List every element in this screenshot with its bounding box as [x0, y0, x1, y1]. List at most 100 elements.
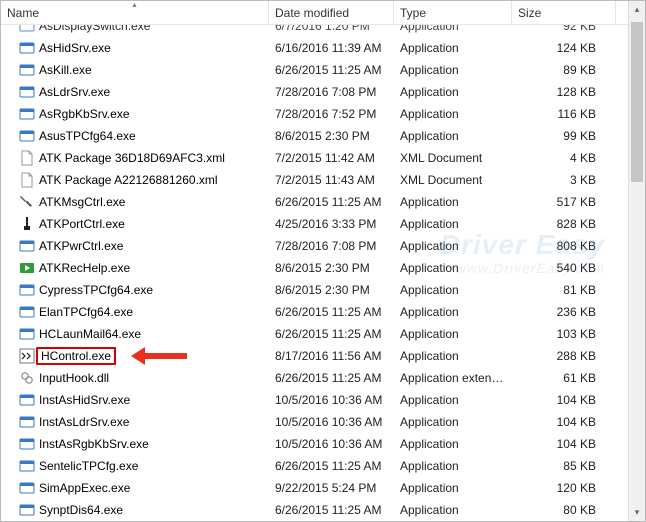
- file-row[interactable]: ATK Package A22126881260.xml7/2/2015 11:…: [1, 169, 645, 191]
- file-name-label: AsHidSrv.exe: [39, 41, 111, 55]
- file-row[interactable]: AsHidSrv.exe6/16/2016 11:39 AMApplicatio…: [1, 37, 645, 59]
- file-date-cell: 6/26/2015 11:25 AM: [269, 195, 394, 209]
- file-type-cell: Application: [394, 481, 512, 495]
- scroll-thumb[interactable]: [631, 22, 643, 182]
- file-name-label: InstAsHidSrv.exe: [39, 393, 130, 407]
- file-type-cell: Application: [394, 459, 512, 473]
- file-name-cell[interactable]: AsusTPCfg64.exe: [1, 128, 269, 144]
- file-name-cell[interactable]: HCLaunMail64.exe: [1, 326, 269, 342]
- file-row[interactable]: SimAppExec.exe9/22/2015 5:24 PMApplicati…: [1, 477, 645, 499]
- file-date-cell: 8/6/2015 2:30 PM: [269, 261, 394, 275]
- file-date-cell: 10/5/2016 10:36 AM: [269, 393, 394, 407]
- file-type-cell: Application extens...: [394, 371, 512, 385]
- file-name-cell[interactable]: ATK Package A22126881260.xml: [1, 172, 269, 188]
- file-row[interactable]: SentelicTPCfg.exe6/26/2015 11:25 AMAppli…: [1, 455, 645, 477]
- file-row[interactable]: ATKRecHelp.exe8/6/2015 2:30 PMApplicatio…: [1, 257, 645, 279]
- file-row[interactable]: HControl.exe8/17/2016 11:56 AMApplicatio…: [1, 345, 645, 367]
- file-name-cell[interactable]: AsLdrSrv.exe: [1, 84, 269, 100]
- vertical-scrollbar[interactable]: ▴ ▾: [628, 1, 645, 521]
- file-name-cell[interactable]: ATK Package 36D18D69AFC3.xml: [1, 150, 269, 166]
- exe-icon: [19, 25, 35, 34]
- file-name-cell[interactable]: AsKill.exe: [1, 62, 269, 78]
- exe-icon: [19, 326, 35, 342]
- rec-icon: [19, 260, 35, 276]
- file-name-label: ATKPwrCtrl.exe: [39, 239, 123, 253]
- file-name-cell[interactable]: ATKRecHelp.exe: [1, 260, 269, 276]
- file-type-cell: Application: [394, 85, 512, 99]
- scroll-up-icon[interactable]: ▴: [629, 1, 645, 18]
- file-row[interactable]: InputHook.dll6/26/2015 11:25 AMApplicati…: [1, 367, 645, 389]
- file-row[interactable]: InstAsRgbKbSrv.exe10/5/2016 10:36 AMAppl…: [1, 433, 645, 455]
- exe-icon: [19, 436, 35, 452]
- file-row[interactable]: CypressTPCfg64.exe8/6/2015 2:30 PMApplic…: [1, 279, 645, 301]
- file-name-label: AsLdrSrv.exe: [39, 85, 110, 99]
- file-date-cell: 6/26/2015 11:25 AM: [269, 371, 394, 385]
- dll-icon: [19, 370, 35, 386]
- exe-icon: [19, 480, 35, 496]
- file-size-cell: 116 KB: [512, 107, 616, 121]
- column-header-size[interactable]: Size: [512, 1, 616, 24]
- file-name-label: SentelicTPCfg.exe: [39, 459, 138, 473]
- file-name-cell[interactable]: SentelicTPCfg.exe: [1, 458, 269, 474]
- file-row[interactable]: ATKPortCtrl.exe4/25/2016 3:33 PMApplicat…: [1, 213, 645, 235]
- scroll-track[interactable]: [629, 18, 645, 504]
- file-row[interactable]: HCLaunMail64.exe6/26/2015 11:25 AMApplic…: [1, 323, 645, 345]
- file-row[interactable]: AsRgbKbSrv.exe7/28/2016 7:52 PMApplicati…: [1, 103, 645, 125]
- file-type-cell: Application: [394, 107, 512, 121]
- exe-icon: [19, 282, 35, 298]
- file-name-label: ATK Package 36D18D69AFC3.xml: [39, 151, 225, 165]
- file-name-cell[interactable]: SynptDis64.exe: [1, 502, 269, 518]
- scroll-down-icon[interactable]: ▾: [629, 504, 645, 521]
- file-name-cell[interactable]: InstAsLdrSrv.exe: [1, 414, 269, 430]
- file-row[interactable]: AsLdrSrv.exe7/28/2016 7:08 PMApplication…: [1, 81, 645, 103]
- file-name-cell[interactable]: InstAsRgbKbSrv.exe: [1, 436, 269, 452]
- file-row[interactable]: AsusTPCfg64.exe8/6/2015 2:30 PMApplicati…: [1, 125, 645, 147]
- file-name-cell[interactable]: ATKPortCtrl.exe: [1, 216, 269, 232]
- file-size-cell: 85 KB: [512, 459, 616, 473]
- file-row[interactable]: ATKMsgCtrl.exe6/26/2015 11:25 AMApplicat…: [1, 191, 645, 213]
- file-name-label: SynptDis64.exe: [39, 503, 123, 517]
- file-name-cell[interactable]: AsRgbKbSrv.exe: [1, 106, 269, 122]
- file-name-cell[interactable]: InputHook.dll: [1, 370, 269, 386]
- file-name-cell[interactable]: ATKPwrCtrl.exe: [1, 238, 269, 254]
- file-name-cell[interactable]: ElanTPCfg64.exe: [1, 304, 269, 320]
- file-name-cell[interactable]: CypressTPCfg64.exe: [1, 282, 269, 298]
- file-date-cell: 6/26/2015 11:25 AM: [269, 305, 394, 319]
- file-date-cell: 8/17/2016 11:56 AM: [269, 349, 394, 363]
- file-row[interactable]: ATKPwrCtrl.exe7/28/2016 7:08 PMApplicati…: [1, 235, 645, 257]
- file-date-cell: 6/26/2015 11:25 AM: [269, 503, 394, 517]
- column-header-date[interactable]: Date modified: [269, 1, 394, 24]
- file-name-cell[interactable]: ATKMsgCtrl.exe: [1, 194, 269, 210]
- file-row[interactable]: InstAsHidSrv.exe 10/5/2016 10:36 AMApplic…: [1, 389, 645, 411]
- file-size-cell: 104 KB: [512, 437, 616, 451]
- file-row[interactable]: SynptDis64.exe 6/26/2015 11:25 AMApplicat…: [1, 499, 645, 519]
- file-row[interactable]: ElanTPCfg64.exe6/26/2015 11:25 AMApplica…: [1, 301, 645, 323]
- file-size-cell: 128 KB: [512, 85, 616, 99]
- file-row[interactable]: InstAsLdrSrv.exe10/5/2016 10:36 AMApplic…: [1, 411, 645, 433]
- file-name-cell[interactable]: SimAppExec.exe: [1, 480, 269, 496]
- column-header-type[interactable]: Type: [394, 1, 512, 24]
- file-type-cell: Application: [394, 283, 512, 297]
- file-type-cell: Application: [394, 41, 512, 55]
- file-date-cell: 8/6/2015 2:30 PM: [269, 283, 394, 297]
- column-header-name[interactable]: ▴ Name: [1, 1, 269, 24]
- file-name-cell[interactable]: InstAsHidSrv.exe: [1, 392, 269, 408]
- sort-asc-icon: ▴: [132, 0, 136, 9]
- xml-icon: [19, 150, 35, 166]
- file-type-cell: Application: [394, 63, 512, 77]
- file-name-label: AsRgbKbSrv.exe: [39, 107, 130, 121]
- file-name-label: SimAppExec.exe: [39, 481, 130, 495]
- file-date-cell: 10/5/2016 10:36 AM: [269, 415, 394, 429]
- file-type-cell: Application: [394, 393, 512, 407]
- file-row[interactable]: AsKill.exe6/26/2015 11:25 AMApplication8…: [1, 59, 645, 81]
- column-label: Date modified: [275, 6, 349, 20]
- file-name-cell[interactable]: AsDisplaySwitch.exe: [1, 25, 269, 34]
- file-name-label: AsDisplaySwitch.exe: [39, 25, 150, 33]
- file-size-cell: 99 KB: [512, 129, 616, 143]
- file-name-label: HControl.exe: [36, 347, 116, 365]
- hctl-icon: [19, 348, 35, 364]
- file-row[interactable]: ATK Package 36D18D69AFC3.xml7/2/2015 11:…: [1, 147, 645, 169]
- file-type-cell: Application: [394, 503, 512, 517]
- file-name-cell[interactable]: AsHidSrv.exe: [1, 40, 269, 56]
- file-row[interactable]: AsDisplaySwitch.exe6/7/2016 1:20 PMAppli…: [1, 25, 645, 37]
